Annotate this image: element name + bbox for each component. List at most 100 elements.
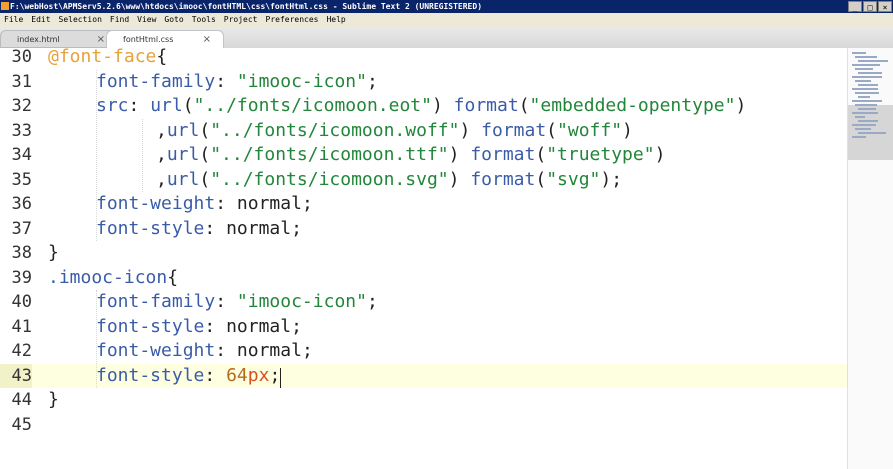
minimap[interactable] (847, 48, 893, 469)
menu-tools[interactable]: Tools (188, 13, 220, 27)
minimap-line (852, 88, 878, 90)
code-token: ) (448, 144, 471, 165)
code-token: ; (301, 340, 313, 361)
code-token: normal (226, 315, 292, 337)
code-line[interactable]: font-style: 64px; (96, 364, 282, 389)
code-token: : (204, 364, 227, 386)
tab-close-icon[interactable]: × (97, 31, 105, 49)
code-token: ) (622, 119, 633, 141)
tab-index-html[interactable]: index.html × (0, 30, 118, 48)
sublime-app-icon (1, 2, 9, 10)
menu-find[interactable]: Find (106, 13, 133, 27)
minimap-line (855, 104, 877, 106)
code-token: ; (291, 315, 302, 337)
code-editor[interactable]: 30 31 32 33 34 35 36 37 38 39 40 41 42 43 44 45 @font-f… (0, 48, 847, 469)
code-token: format (470, 168, 536, 190)
indent-guide (142, 118, 143, 192)
code-token: "imooc-icon" (236, 291, 367, 312)
code-token: ; (269, 364, 281, 386)
menu-edit[interactable]: Edit (27, 13, 54, 27)
code-token: "svg" (546, 168, 601, 190)
code-line[interactable]: font-weight: normal; (96, 339, 313, 364)
code-line[interactable]: } (48, 241, 59, 266)
line-number: 37 (11, 218, 32, 239)
code-token: url (166, 144, 200, 165)
minimap-line (852, 76, 882, 78)
code-line[interactable]: } (48, 388, 59, 413)
minimap-line (852, 100, 882, 102)
minimap-line (852, 136, 866, 138)
line-number: 41 (11, 316, 32, 337)
code-token: : (215, 70, 237, 92)
line-number: 40 (11, 292, 32, 312)
code-line[interactable]: font-style: normal; (96, 315, 302, 340)
code-token: ( (535, 144, 547, 165)
line-number: 30 (11, 48, 32, 67)
code-token: ( (546, 119, 558, 141)
code-token: @font-face (48, 48, 157, 67)
code-token: ( (182, 95, 194, 116)
indent-guide (96, 69, 97, 241)
code-token: font-style (96, 315, 205, 337)
tab-close-icon[interactable]: × (203, 31, 211, 49)
code-line[interactable]: font-style: normal; (96, 217, 302, 242)
menu-project[interactable]: Project (220, 13, 262, 27)
code-token: font-family (96, 70, 216, 92)
minimap-line (858, 132, 886, 134)
minimap-line (855, 68, 873, 70)
code-line[interactable]: .imooc-icon{ (48, 266, 178, 291)
minimap-line (852, 124, 876, 126)
menu-preferences[interactable]: Preferences (262, 13, 323, 27)
tab-label: index.html (17, 35, 60, 44)
code-token: , (156, 119, 167, 141)
code-token: : (215, 193, 237, 214)
code-line[interactable]: ,url("../fonts/icomoon.svg") format("svg… (156, 168, 622, 193)
minimize-button[interactable]: _ (848, 1, 862, 12)
title-bar: F:\webHost\APMServ5.2.6\www\htdocs\imooc… (0, 0, 893, 13)
code-token: ; (366, 291, 378, 312)
tab-fonthtml-css[interactable]: fontHtml.css × (106, 30, 224, 48)
code-token: : (128, 95, 151, 116)
maximize-button[interactable]: □ (863, 1, 877, 12)
code-token: format (470, 144, 536, 165)
line-number: 44 (11, 390, 32, 410)
line-number-gutter: 30 31 32 33 34 35 36 37 38 39 40 41 42 43 44 45 (0, 48, 36, 469)
code-token: : (204, 315, 227, 337)
minimap-line (852, 112, 878, 114)
menu-file[interactable]: File (0, 13, 27, 27)
code-token: 64 (226, 364, 248, 386)
menu-view[interactable]: View (133, 13, 160, 27)
code-line[interactable]: font-weight: normal; (96, 192, 313, 217)
line-number: 33 (11, 120, 32, 141)
code-token: ( (199, 168, 211, 190)
minimap-line (858, 96, 870, 98)
menu-goto[interactable]: Goto (160, 13, 187, 27)
code-line[interactable]: src: url("../fonts/icomoon.eot") format(… (96, 94, 746, 119)
code-line[interactable]: font-family: "imooc-icon"; (96, 290, 378, 315)
tab-label: fontHtml.css (123, 35, 174, 44)
code-token: ( (199, 144, 211, 165)
code-token: "imooc-icon" (236, 70, 367, 92)
code-token: ( (199, 119, 211, 141)
code-token: "../fonts/icomoon.svg" (210, 168, 449, 190)
code-token: px (247, 364, 270, 386)
menu-selection[interactable]: Selection (55, 13, 106, 27)
code-line[interactable]: ,url("../fonts/icomoon.woff") format("wo… (156, 119, 633, 144)
code-line[interactable]: font-family: "imooc-icon"; (96, 70, 378, 95)
code-token: normal (236, 193, 302, 214)
code-token: "../fonts/icomoon.woff" (210, 119, 460, 141)
line-number: 42 (11, 341, 32, 361)
code-token: "../fonts/icomoon.ttf" (210, 144, 449, 165)
code-token: format (481, 119, 547, 141)
code-line[interactable]: ,url("../fonts/icomoon.ttf") format("tru… (156, 143, 665, 168)
line-number: 34 (11, 145, 32, 165)
line-number: 45 (11, 414, 32, 435)
menu-help[interactable]: Help (322, 13, 349, 27)
code-token: font-weight (96, 340, 216, 361)
code-token: normal (236, 340, 302, 361)
code-token: { (167, 266, 179, 288)
code-token: "truetype" (546, 144, 655, 165)
code-line[interactable]: @font-face{ (48, 48, 167, 70)
close-window-button[interactable]: × (878, 1, 892, 12)
code-token: { (156, 48, 168, 67)
